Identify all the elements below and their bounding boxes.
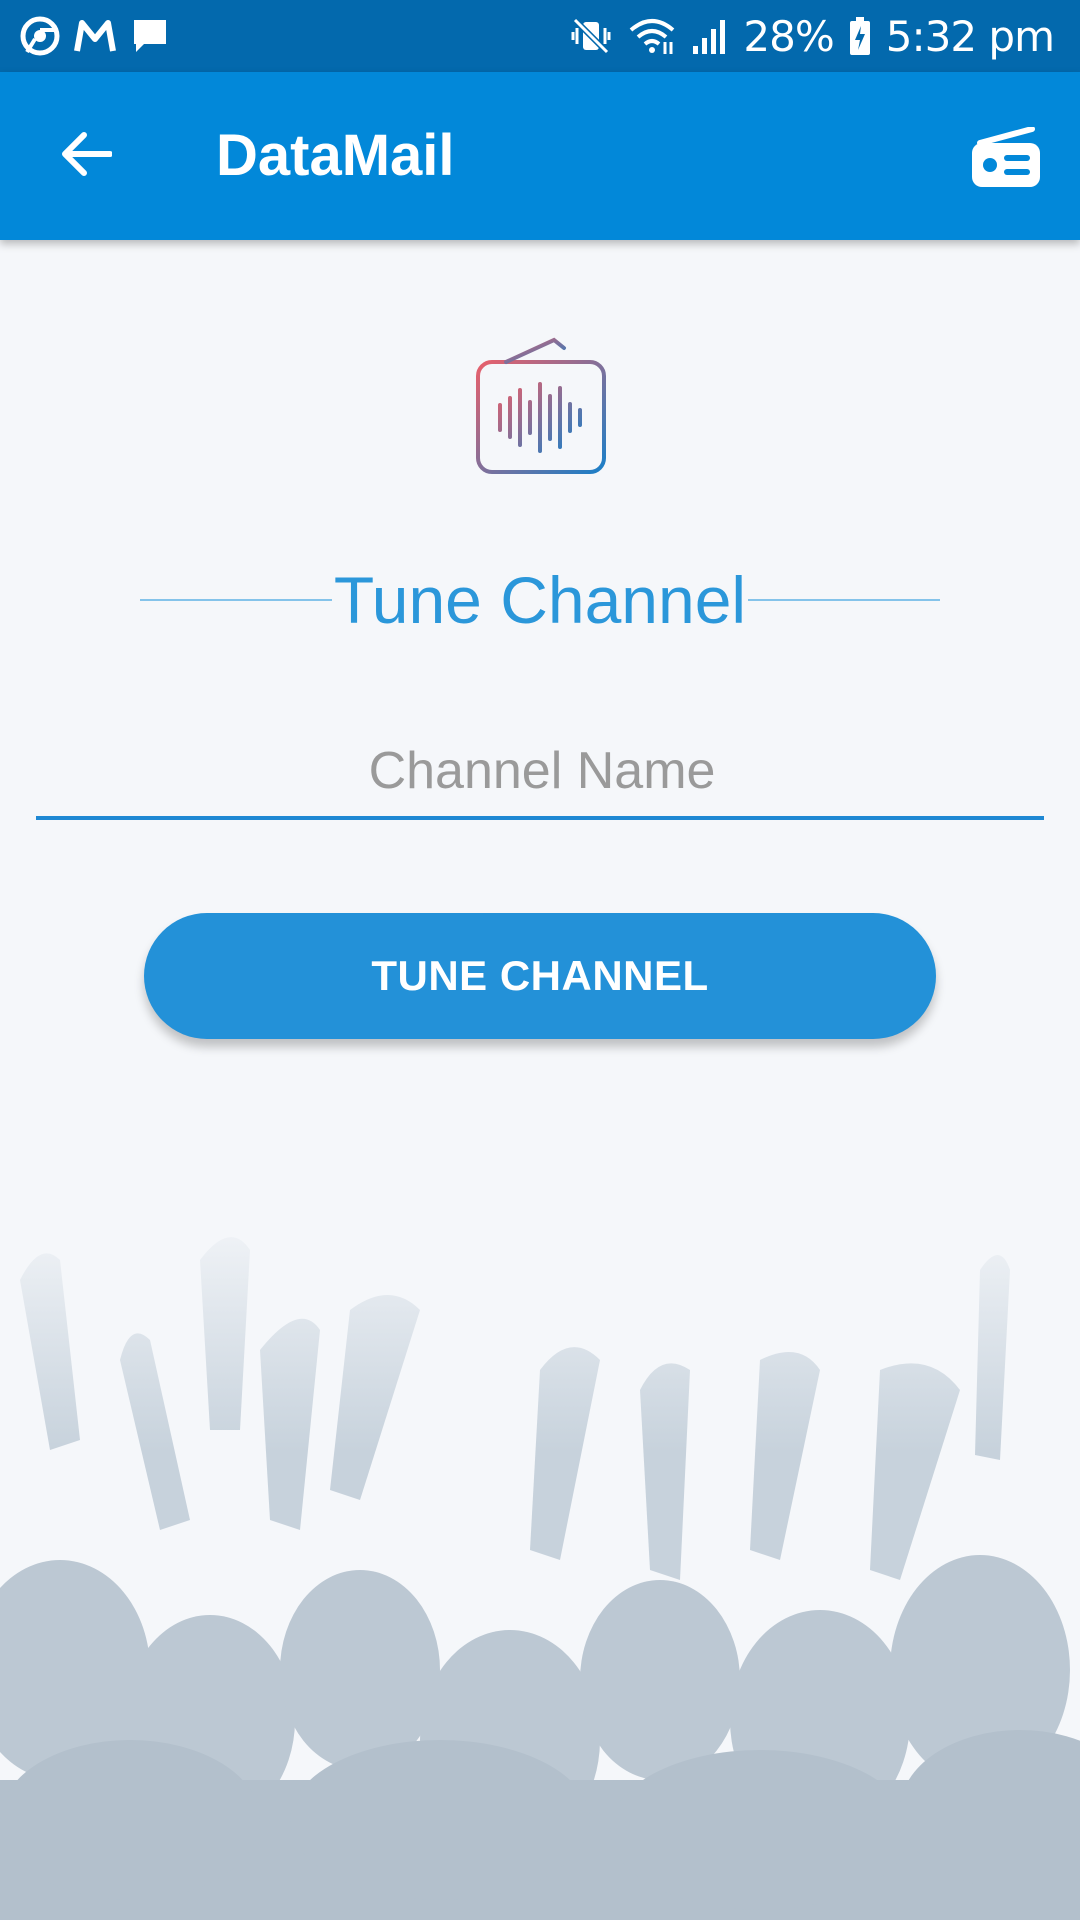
radio-icon	[970, 125, 1042, 194]
heading-divider-right	[748, 599, 940, 601]
back-button[interactable]	[48, 118, 124, 194]
radio-button[interactable]	[966, 120, 1046, 200]
tune-channel-button[interactable]: TUNE CHANNEL	[144, 913, 936, 1039]
status-bar-left	[20, 16, 170, 56]
app-title: DataMail	[216, 123, 455, 188]
heading-title: Tune Channel	[333, 563, 747, 637]
battery-icon	[848, 16, 872, 56]
chrome-icon	[20, 16, 60, 56]
vibrate-icon	[569, 16, 613, 56]
sound-wave-illustration	[0, 320, 1080, 500]
wifi-icon	[627, 16, 677, 56]
heading-divider-left	[140, 599, 332, 601]
radio-wave-icon	[476, 337, 606, 474]
message-icon	[130, 16, 170, 56]
battery-percent: 28%	[743, 11, 834, 61]
section-heading: Tune Channel	[140, 560, 940, 640]
clock: 5:32 pm	[885, 11, 1055, 61]
signal-icon	[691, 16, 729, 56]
status-bar: 28% 5:32 pm	[0, 0, 1080, 72]
wave-left	[2, 338, 424, 482]
channel-name-input[interactable]	[36, 728, 1048, 814]
channel-name-field	[36, 728, 1048, 820]
app-bar: DataMail	[0, 72, 1080, 240]
arrow-left-icon	[60, 131, 113, 182]
wave-right	[648, 337, 1070, 483]
gmail-icon	[74, 19, 116, 53]
crowd-background-image	[0, 1200, 1080, 1920]
status-bar-right: 28% 5:32 pm	[569, 11, 1055, 61]
